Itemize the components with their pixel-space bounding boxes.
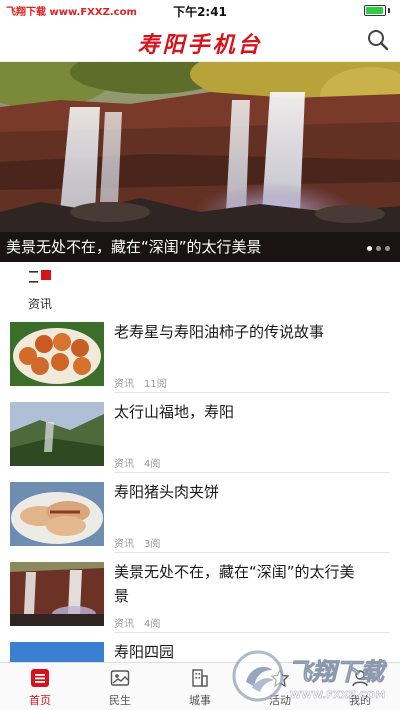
watermark-logo: 飞翔下载 WWW.FXXZ.COM xyxy=(232,650,388,702)
nav-label: 民生 xyxy=(109,694,131,707)
carousel-dot[interactable] xyxy=(376,246,381,251)
news-category: 资讯 xyxy=(114,619,134,630)
carousel-dots xyxy=(367,246,390,251)
news-category: 资讯 xyxy=(114,379,134,390)
news-thumbnail xyxy=(10,562,104,626)
news-thumbnail xyxy=(10,402,104,466)
battery-icon xyxy=(364,5,386,16)
news-item[interactable]: 太行山福地，寿阳 资讯 4阅 xyxy=(0,398,400,478)
news-category: 资讯 xyxy=(114,459,134,470)
news-views: 3阅 xyxy=(144,539,161,550)
divider xyxy=(114,392,390,393)
nav-city-events[interactable]: 城事 xyxy=(160,663,240,710)
svg-text:WWW.FXXZ.COM: WWW.FXXZ.COM xyxy=(290,690,385,701)
news-title: 老寿星与寿阳油柿子的传说故事 xyxy=(114,323,325,341)
hero-banner[interactable]: 美景无处不在，藏在“深闺”的太行美景 xyxy=(0,62,400,262)
news-title: 寿阳猪头肉夹饼 xyxy=(114,483,220,501)
news-views: 4阅 xyxy=(144,619,161,630)
news-title: 太行山福地，寿阳 xyxy=(114,403,235,421)
news-category: 资讯 xyxy=(114,539,134,550)
nav-label: 首页 xyxy=(29,694,51,707)
home-icon xyxy=(31,669,49,687)
divider xyxy=(114,552,390,553)
divider xyxy=(114,632,390,633)
news-views: 11阅 xyxy=(144,379,167,390)
nav-livelihood[interactable]: 民生 xyxy=(80,663,160,710)
nav-home[interactable]: 首页 xyxy=(0,663,80,710)
divider xyxy=(114,472,390,473)
battery-level xyxy=(366,7,383,14)
building-icon xyxy=(192,669,208,687)
carousel-dot[interactable] xyxy=(367,246,372,251)
svg-text:飞翔下载: 飞翔下载 xyxy=(288,658,388,686)
news-meta: 资讯 11阅 xyxy=(114,375,167,390)
news-thumbnail xyxy=(10,322,104,386)
carousel-dot[interactable] xyxy=(385,246,390,251)
image-icon xyxy=(110,670,130,686)
tab-news[interactable]: 资讯 xyxy=(22,264,58,314)
status-time: 下午2:41 xyxy=(173,5,227,19)
app-title: 寿阳手机台 xyxy=(137,32,263,58)
tab-label: 资讯 xyxy=(27,297,52,311)
nav-label: 城事 xyxy=(189,694,211,707)
news-item[interactable]: 寿阳猪头肉夹饼 资讯 3阅 xyxy=(0,478,400,558)
app-header: 寿阳手机台 xyxy=(0,20,400,62)
news-views: 4阅 xyxy=(144,459,161,470)
news-meta: 资讯 4阅 xyxy=(114,615,160,630)
news-thumbnail xyxy=(10,482,104,546)
news-meta: 资讯 4阅 xyxy=(114,455,160,470)
category-menu-icon xyxy=(29,270,51,283)
news-item[interactable]: 美景无处不在，藏在“深闺”的太行美景 资讯 4阅 xyxy=(0,558,400,638)
news-meta: 资讯 3阅 xyxy=(114,535,160,550)
status-bar: 飞翔下载 www.FXXZ.com 下午2:41 xyxy=(0,0,400,20)
banner-caption: 美景无处不在，藏在“深闺”的太行美景 xyxy=(0,232,400,262)
news-title: 美景无处不在，藏在“深闺”的太行美景 xyxy=(114,563,355,605)
search-icon[interactable] xyxy=(366,28,390,52)
battery-tip xyxy=(388,8,390,13)
news-item[interactable]: 老寿星与寿阳油柿子的传说故事 资讯 11阅 xyxy=(0,318,400,398)
